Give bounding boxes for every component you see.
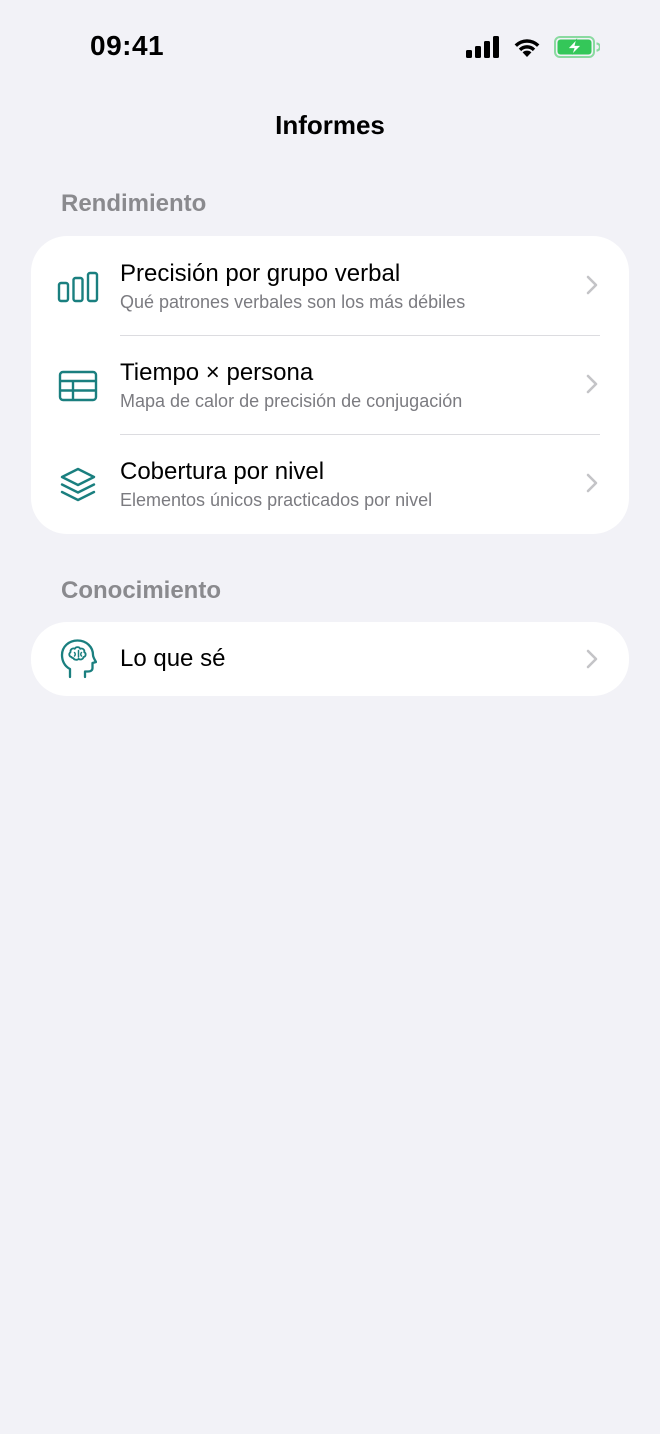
report-row-tiempo-persona[interactable]: Tiempo × persona Mapa de calor de precis… [31,335,629,434]
row-subtitle: Qué patrones verbales son los más débile… [120,292,466,312]
chevron-right-icon [586,649,598,669]
rendimiento-card: Precisión por grupo verbal Qué patrones … [31,236,629,534]
row-title: Precisión por grupo verbal [120,260,401,287]
status-bar: 09:41 [0,0,660,96]
row-title: Tiempo × persona [120,359,314,386]
brain-head-icon [57,638,99,680]
section-header-rendimiento: Rendimiento [61,190,207,217]
layers-icon [57,464,99,506]
report-row-lo-que-se[interactable]: Lo que sé [31,622,629,696]
row-subtitle: Elementos únicos practicados por nivel [120,490,433,510]
report-row-cobertura-nivel[interactable]: Cobertura por nivel Elementos únicos pra… [31,434,629,533]
conocimiento-card: Lo que sé [31,622,629,696]
battery-charging-icon [554,36,600,58]
status-time: 09:41 [90,30,165,61]
bar-chart-icon [57,266,99,308]
chevron-right-icon [586,473,598,493]
table-grid-icon [57,365,99,407]
status-icons [466,36,600,58]
row-title: Lo que sé [120,645,226,672]
row-title: Cobertura por nivel [120,458,325,485]
page-title: Informes [275,110,385,140]
wifi-icon [512,36,542,58]
report-row-precision-grupo-verbal[interactable]: Precisión por grupo verbal Qué patrones … [31,236,629,335]
section-header-conocimiento: Conocimiento [61,577,221,604]
cellular-signal-icon [466,36,500,58]
row-subtitle: Mapa de calor de precisión de conjugació… [120,391,463,411]
chevron-right-icon [586,275,598,295]
chevron-right-icon [586,374,598,394]
